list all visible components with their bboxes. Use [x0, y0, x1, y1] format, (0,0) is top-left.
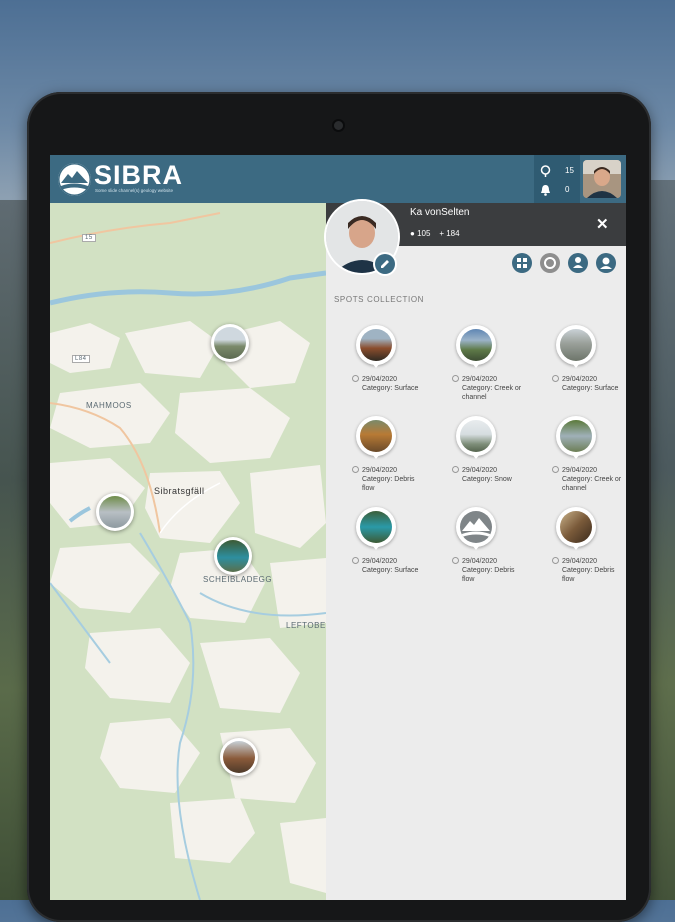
spot-category: Category: Debris flow — [462, 567, 515, 583]
grid-icon — [517, 258, 527, 268]
profile-stats: ● 105 + 184 — [410, 229, 460, 238]
user-icon: ● — [410, 229, 415, 238]
spot-date: 29/04/2020 — [352, 375, 397, 383]
app-header: SIBRA Some slide channel(s) geology webs… — [50, 155, 626, 203]
user-avatar[interactable] — [583, 160, 621, 198]
spot-card[interactable]: 29/04/2020 Category: Surface — [352, 507, 446, 591]
followers-count: 105 — [417, 229, 431, 238]
map-pin[interactable] — [211, 324, 249, 362]
app-subtitle: Some slide channel(s) geology website — [95, 188, 174, 193]
map-pin[interactable] — [220, 738, 258, 776]
spot-category: Category: Snow — [462, 476, 512, 483]
search-icon — [540, 165, 551, 177]
user-button[interactable] — [568, 253, 588, 273]
spot-date: 29/04/2020 — [552, 466, 597, 474]
profile-panel: Ka vonSelten ● 105 + 184 ✕ SPOTS COLLECT… — [326, 201, 626, 900]
spots-total: 184 — [446, 229, 460, 238]
settings-button[interactable] — [540, 253, 560, 273]
spot-card[interactable]: 29/04/2020 Category: Surface — [552, 325, 626, 409]
spot-card[interactable]: 29/04/2020 Category: Debris flow — [452, 507, 546, 591]
spot-date: 29/04/2020 — [452, 557, 497, 565]
spot-category: Category: Creek or channel — [462, 385, 522, 401]
app-title: SIBRA — [94, 160, 184, 190]
map-road-l84: L84 — [72, 355, 90, 363]
spot-card[interactable]: 29/04/2020 Category: Debris flow — [552, 507, 626, 591]
spot-card[interactable]: 29/04/2020 Category: Snow — [452, 416, 546, 500]
map-view[interactable]: MAHMOOS Sibratsgfäll SCHEIBLADEGG LEFTOB… — [50, 203, 326, 900]
counters-box: 15 0 — [534, 155, 580, 203]
spots-count: 15 — [565, 166, 574, 175]
account-button[interactable] — [596, 253, 616, 273]
map-pin[interactable] — [214, 537, 252, 575]
grid-view-button[interactable] — [512, 253, 532, 273]
close-icon[interactable]: ✕ — [596, 215, 609, 233]
spot-date: 29/04/2020 — [452, 375, 497, 383]
bell-icon — [541, 185, 550, 196]
spot-category: Category: Surface — [362, 385, 419, 392]
spot-category: Category: Debris flow — [562, 567, 615, 583]
spots-collection-title: SPOTS COLLECTION — [334, 295, 425, 304]
map-road-15: 15 — [82, 234, 96, 242]
account-icon — [600, 257, 612, 269]
spot-date: 29/04/2020 — [352, 466, 397, 474]
profile-name: Ka vonSelten — [410, 207, 470, 218]
edit-profile-button[interactable] — [375, 254, 395, 274]
map-label-leftobel: LEFTOBE — [286, 621, 326, 630]
spot-card[interactable]: 29/04/2020 Category: Debris flow — [352, 416, 446, 500]
pencil-icon — [381, 260, 389, 268]
spot-category: Category: Surface — [562, 385, 619, 392]
spot-category: Category: Debris flow — [362, 476, 415, 492]
map-label-scheibladegg: SCHEIBLADEGG — [203, 575, 273, 584]
gear-icon — [544, 257, 556, 269]
map-label-mahmoos: MAHMOOS — [86, 401, 132, 410]
spot-date: 29/04/2020 — [552, 375, 597, 383]
map-canvas — [50, 203, 326, 900]
notifications-count: 0 — [565, 185, 570, 194]
notifications-counter[interactable]: 0 — [540, 182, 576, 198]
sibra-logo-icon — [58, 163, 91, 196]
spot-category: Category: Surface — [362, 567, 419, 574]
spots-counter[interactable]: 15 — [540, 163, 576, 179]
spot-category: Category: Creek or channel — [562, 476, 622, 492]
user-icon — [573, 257, 583, 268]
map-label-sibratsgfall: Sibratsgfäll — [154, 486, 205, 496]
spot-card[interactable]: 29/04/2020 Category: Surface — [352, 325, 446, 409]
tablet-camera — [334, 121, 343, 130]
app-screen: SIBRA Some slide channel(s) geology webs… — [50, 155, 626, 900]
placeholder-mountain-icon — [460, 511, 492, 543]
plus-icon: + — [439, 229, 444, 238]
spot-date: 29/04/2020 — [452, 466, 497, 474]
spot-card[interactable]: 29/04/2020 Category: Creek or channel — [552, 416, 626, 500]
map-pin[interactable] — [96, 493, 134, 531]
spot-date: 29/04/2020 — [552, 557, 597, 565]
spot-date: 29/04/2020 — [352, 557, 397, 565]
spot-card[interactable]: 29/04/2020 Category: Creek or channel — [452, 325, 546, 409]
